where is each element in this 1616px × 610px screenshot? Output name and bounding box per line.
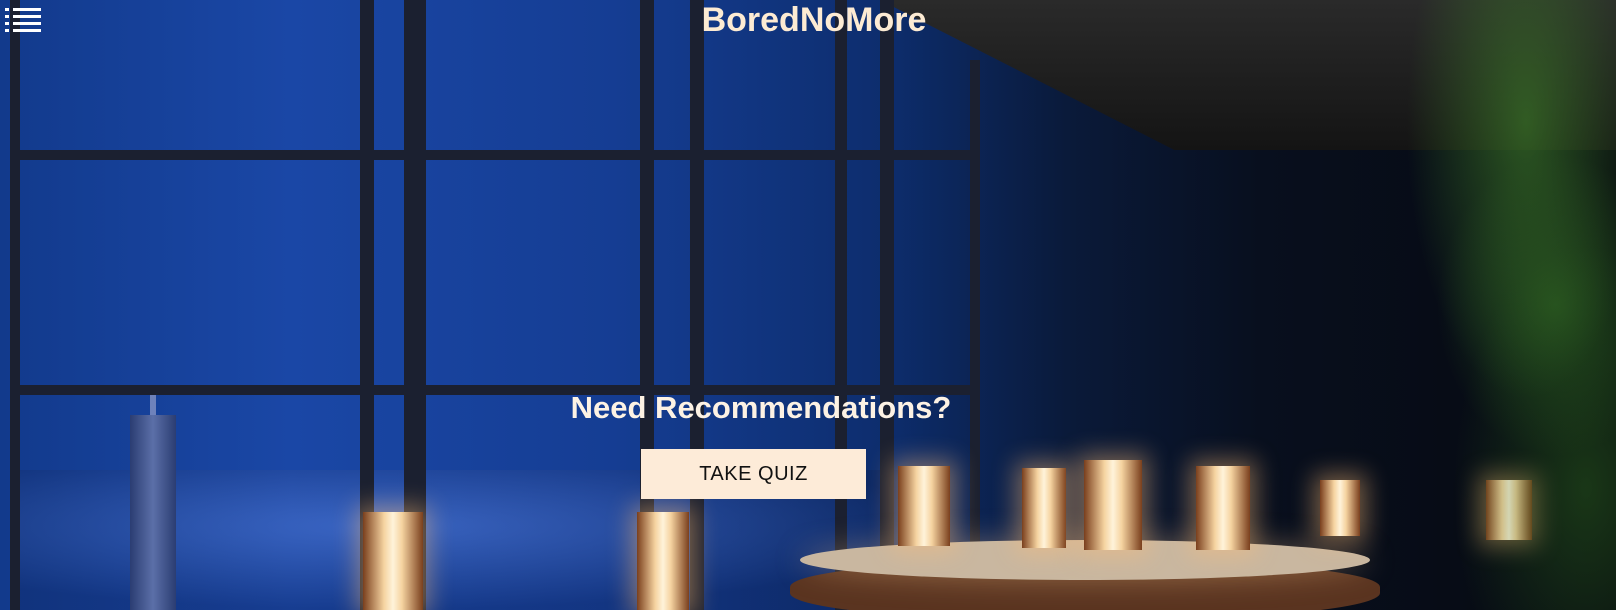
lamp: [1084, 460, 1142, 550]
lamp: [898, 466, 950, 546]
lamp: [363, 512, 423, 610]
skyscraper: [130, 415, 176, 610]
window-transom: [10, 150, 970, 160]
hero-headline: Need Recommendations?: [570, 390, 952, 425]
lamp: [637, 512, 689, 610]
take-quiz-button[interactable]: TAKE QUIZ: [641, 449, 866, 499]
window-mullion: [970, 60, 980, 610]
window-mullion: [835, 0, 847, 610]
window-mullion: [880, 0, 894, 610]
window-mullion: [10, 0, 20, 610]
window-mullion: [690, 0, 704, 610]
lamp: [1196, 466, 1250, 550]
bamboo-plant: [1316, 0, 1616, 610]
lamp: [1022, 468, 1066, 548]
hero-section: BoredNoMore Need Recommendations? TAKE Q…: [0, 0, 1616, 610]
site-title[interactable]: BoredNoMore: [0, 0, 1616, 40]
